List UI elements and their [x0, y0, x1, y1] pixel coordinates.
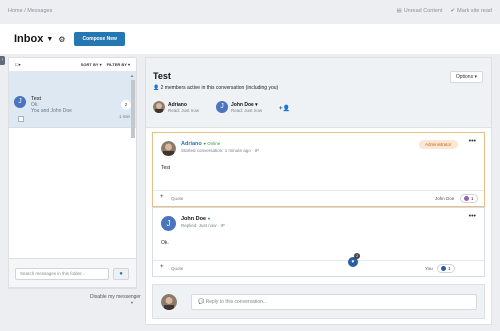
options-button[interactable]: Options ▾ [449, 71, 483, 83]
reaction-badge: 2 [354, 253, 360, 259]
avatar[interactable] [161, 141, 176, 156]
inbox-header: Inbox ▼ ⚙ Compose New [0, 24, 500, 54]
participant-john-doe[interactable]: J John Doe ▾ Read: Just now [216, 101, 262, 113]
sort-by-button[interactable]: SORT BY ▾ [81, 62, 102, 67]
reactor-name[interactable]: You [425, 266, 433, 271]
participant-adriano[interactable]: Adriano Read: Just now [153, 101, 199, 113]
more-options-icon[interactable]: ••• [469, 213, 476, 220]
author-name[interactable]: John Doe ● [181, 216, 210, 222]
conversation-participants: You and John Doe [31, 108, 72, 114]
inbox-dropdown[interactable]: Inbox ▼ [14, 33, 53, 45]
message-body: Test [161, 165, 171, 171]
conversation-list-panel: ☐▾ SORT BY ▾ FILTER BY ▾ J Test Ok. You … [8, 57, 137, 305]
message-post: Adriano ● Online Started conversation: 1… [152, 132, 485, 207]
reactor-name[interactable]: John Doe [435, 196, 454, 201]
reply-count-badge: 2 [121, 100, 131, 110]
online-status: ● [207, 216, 211, 221]
list-toolbar: ☐▾ SORT BY ▾ FILTER BY ▾ [9, 58, 136, 72]
check-icon: ✔ [450, 8, 456, 14]
avatar[interactable]: J [161, 216, 176, 231]
reply-area: 💬 Reply to this conversation... [152, 284, 485, 319]
conversation-time: 1 min [119, 114, 131, 119]
search-icon: ● [119, 271, 123, 277]
comment-icon: 💬 [198, 299, 205, 305]
unread-content-label: Unread Content [403, 8, 443, 14]
role-badge: Administrator [419, 140, 458, 149]
message-search-area: Search messages in this folder... ● [8, 258, 137, 288]
sort-filter-group: SORT BY ▾ FILTER BY ▾ [81, 62, 130, 67]
reaction-icon [464, 196, 469, 201]
quote-button[interactable]: Quote [171, 266, 183, 271]
search-button[interactable]: ● [113, 268, 129, 280]
compose-new-button[interactable]: Compose New [74, 32, 125, 46]
participant-read-status: Read: Just now [168, 107, 200, 113]
avatar [153, 101, 165, 113]
inbox-title: Inbox [14, 33, 44, 45]
scrollbar-thumb[interactable] [131, 80, 135, 138]
conversation-panel: Test 👤 2 members active in this conversa… [145, 57, 492, 325]
more-options-icon[interactable]: ••• [469, 138, 476, 145]
quote-button[interactable]: Quote [171, 196, 183, 201]
message-meta: Started conversation: 1 minute ago · IP [181, 148, 260, 153]
reply-input[interactable]: 💬 Reply to this conversation... [191, 294, 477, 310]
plus-icon[interactable]: + [160, 264, 164, 270]
user-icon: 👤 [153, 85, 160, 91]
conversation-item[interactable]: J Test Ok. You and John Doe 2 1 min [9, 72, 136, 128]
author-name[interactable]: Adriano ● Online [181, 141, 220, 147]
select-all-checkbox[interactable]: ☐▾ [15, 62, 21, 67]
mark-site-read-link[interactable]: ✔ Mark site read [451, 8, 492, 14]
online-status: ● Online [203, 141, 221, 146]
conversation-heading: Test [153, 71, 171, 81]
disable-messenger-link[interactable]: Disable my messenger [90, 294, 141, 300]
reaction-count[interactable]: 1 [460, 194, 478, 203]
unread-content-link[interactable]: ▤ Unread Content [396, 8, 442, 14]
gear-icon[interactable]: ⚙ [58, 35, 65, 44]
message-post: J John Doe ● Replied: Just now · IP ••• … [152, 207, 485, 277]
conversation-checkbox[interactable] [18, 116, 24, 122]
reaction-icon [441, 266, 446, 271]
caret-down-icon: ▼ [46, 35, 54, 43]
avatar: J [14, 96, 26, 108]
avatar [161, 294, 177, 310]
sidebar-toggle[interactable]: › [0, 56, 5, 65]
message-footer: + Quote You 1 [153, 260, 484, 276]
mark-site-read-label: Mark site read [457, 8, 492, 14]
filter-by-button[interactable]: FILTER BY ▾ [107, 62, 130, 67]
top-bar: Home / Messages ▤ Unread Content ✔ Mark … [0, 0, 500, 22]
search-messages-input[interactable]: Search messages in this folder... [15, 268, 109, 280]
members-info: 👤 2 members active in this conversation … [153, 85, 278, 91]
add-participant-icon[interactable]: +👤 [279, 105, 290, 112]
unread-icon: ▤ [396, 8, 402, 14]
participant-read-status: Read: Just now [231, 107, 263, 113]
message-meta: Replied: Just now · IP [181, 223, 225, 228]
members-text: 2 members active in this conversation (i… [160, 85, 279, 91]
message-footer: + Quote John Doe 1 [153, 190, 484, 206]
participant-name: John Doe ▾ [231, 101, 258, 108]
plus-icon[interactable]: + [160, 194, 164, 200]
top-actions: ▤ Unread Content ✔ Mark site read [396, 8, 492, 14]
avatar: J [216, 101, 228, 113]
scroll-up-arrow[interactable]: ▲ [130, 73, 134, 78]
breadcrumb[interactable]: Home / Messages [8, 8, 52, 14]
conversation-header: Test 👤 2 members active in this conversa… [146, 58, 491, 128]
reaction-count[interactable]: 1 [437, 264, 455, 273]
scroll-down-arrow[interactable]: ▼ [130, 300, 134, 305]
message-body: Ok. [161, 240, 169, 246]
